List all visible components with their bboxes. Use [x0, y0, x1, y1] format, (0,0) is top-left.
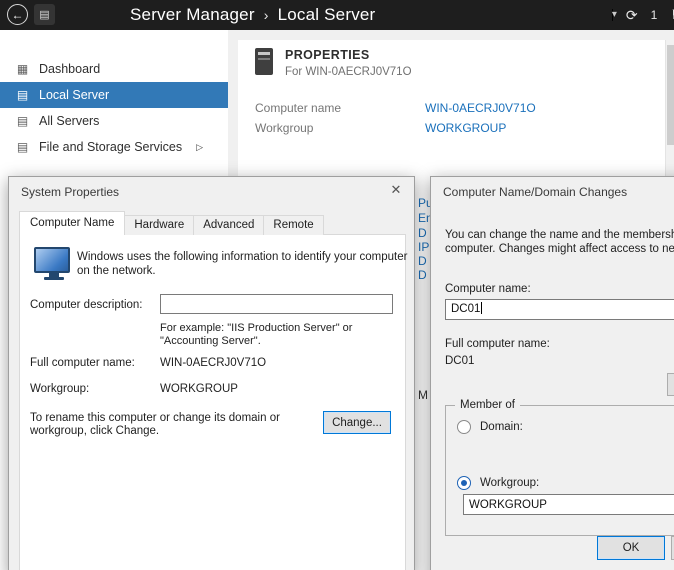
intro-text: computer. Changes might affect access to…	[445, 243, 674, 255]
rename-hint-text: To rename this computer or change its do…	[30, 412, 280, 424]
refresh-icon[interactable]: ⟳	[626, 7, 638, 24]
close-icon[interactable]: ✕	[386, 182, 406, 200]
workgroup-radio-label[interactable]: Workgroup:	[480, 477, 539, 489]
server-icon: ▤	[15, 114, 30, 128]
domain-radio[interactable]	[457, 420, 471, 434]
breadcrumb-separator-icon: ›	[264, 7, 269, 23]
workgroup-link[interactable]: WORKGROUP	[425, 121, 506, 135]
full-computer-name-label: Full computer name:	[30, 357, 135, 369]
workgroup-input[interactable]	[463, 494, 674, 515]
change-button[interactable]: Change...	[323, 411, 391, 434]
scrollbar-thumb[interactable]	[667, 45, 674, 145]
sidebar-item-all-servers[interactable]: ▤ All Servers	[0, 108, 228, 134]
tab-hardware[interactable]: Hardware	[124, 215, 194, 235]
server-icon: ▤	[15, 88, 30, 102]
sidebar-item-label: Dashboard	[39, 62, 100, 76]
description-example-text: "Accounting Server".	[160, 335, 261, 347]
server-icon: ▤	[15, 140, 30, 154]
description-example-text: For example: "IIS Production Server" or	[160, 322, 352, 334]
computer-name-label: Computer name:	[445, 283, 531, 295]
workgroup-radio[interactable]	[457, 476, 471, 490]
clipped-value-plain: M	[418, 388, 430, 402]
rename-hint-text: workgroup, click Change.	[30, 425, 159, 437]
computer-name-input-value: DC01	[451, 303, 480, 315]
clipped-value[interactable]: D	[418, 254, 430, 268]
properties-subtitle: For WIN-0AECRJ0V71O	[285, 66, 412, 78]
tab-advanced[interactable]: Advanced	[193, 215, 264, 235]
intro-text: You can change the name and the membersh…	[445, 229, 674, 241]
back-button[interactable]: ←	[7, 4, 28, 25]
flag-icon[interactable]: ⚑	[670, 7, 674, 23]
member-of-label: Member of	[455, 399, 520, 411]
clipped-value[interactable]: IP	[418, 240, 430, 254]
tab-computer-name[interactable]: Computer Name	[19, 211, 125, 235]
dialog-title: System Properties	[21, 185, 119, 199]
notification-count[interactable]: 1	[651, 8, 658, 22]
intro-text: on the network.	[77, 265, 156, 277]
text-caret	[481, 302, 482, 314]
server-properties-icon	[255, 48, 273, 75]
breadcrumb-current[interactable]: Local Server	[278, 5, 376, 25]
sidebar-item-label: Local Server	[39, 88, 109, 102]
sidebar-item-label: File and Storage Services	[39, 140, 182, 154]
computer-description-input[interactable]	[160, 294, 393, 314]
sidebar-item-label: All Servers	[39, 114, 99, 128]
sidebar-item-local-server[interactable]: ▤ Local Server	[0, 82, 228, 108]
workgroup-label: Workgroup:	[30, 383, 89, 395]
logo-icon: ▤	[39, 8, 49, 21]
monitor-icon	[34, 247, 74, 280]
workgroup-label: Workgroup	[255, 121, 313, 135]
sidebar-item-dashboard[interactable]: ▦ Dashboard	[0, 56, 228, 82]
ok-button[interactable]: OK	[597, 536, 665, 560]
clipped-value[interactable]: Pu	[418, 196, 430, 210]
chevron-down-icon[interactable]: ▾	[612, 9, 613, 21]
server-manager-window: ← ▤ Server Manager › Local Server ▾ ⟳ 1 …	[0, 0, 674, 570]
back-arrow-icon: ←	[12, 8, 24, 22]
properties-title: PROPERTIES	[285, 48, 412, 62]
system-properties-dialog: System Properties ✕ Computer Name Hardwa…	[8, 176, 415, 570]
computer-name-link[interactable]: WIN-0AECRJ0V71O	[425, 101, 536, 115]
dialog-title: Computer Name/Domain Changes	[443, 185, 627, 199]
system-properties-tabs: Computer Name Hardware Advanced Remote	[19, 211, 323, 235]
computer-name-tab-page: Windows uses the following information t…	[19, 234, 406, 570]
clipped-value[interactable]: En	[418, 211, 430, 225]
properties-header: PROPERTIES For WIN-0AECRJ0V71O	[255, 48, 412, 78]
expand-chevron-icon[interactable]: ▷	[196, 142, 203, 153]
computer-name-domain-changes-dialog: Computer Name/Domain Changes You can cha…	[430, 176, 674, 570]
tab-remote[interactable]: Remote	[263, 215, 323, 235]
domain-radio-label[interactable]: Domain:	[480, 421, 523, 433]
computer-name-input[interactable]: DC01	[445, 299, 674, 320]
workgroup-value: WORKGROUP	[160, 383, 238, 395]
full-computer-name-value: WIN-0AECRJ0V71O	[160, 357, 266, 369]
full-computer-name-value: DC01	[445, 355, 474, 367]
clipped-value[interactable]: D	[418, 226, 430, 240]
computer-description-label: Computer description:	[30, 299, 143, 311]
full-computer-name-label: Full computer name:	[445, 338, 550, 350]
sidebar-item-file-storage-services[interactable]: ▤ File and Storage Services ▷	[0, 134, 228, 160]
intro-text: Windows uses the following information t…	[77, 251, 407, 263]
breadcrumb: Server Manager › Local Server	[130, 0, 375, 30]
server-manager-logo: ▤	[34, 4, 55, 25]
more-button-clipped[interactable]	[667, 373, 674, 396]
app-title[interactable]: Server Manager	[130, 5, 255, 25]
top-bar: ← ▤ Server Manager › Local Server ▾ ⟳ 1 …	[0, 0, 674, 30]
computer-name-label: Computer name	[255, 101, 341, 115]
dashboard-icon: ▦	[15, 62, 30, 76]
topbar-actions: ▾ ⟳ 1 ⚑	[611, 0, 674, 30]
clipped-value[interactable]: D	[418, 268, 430, 282]
